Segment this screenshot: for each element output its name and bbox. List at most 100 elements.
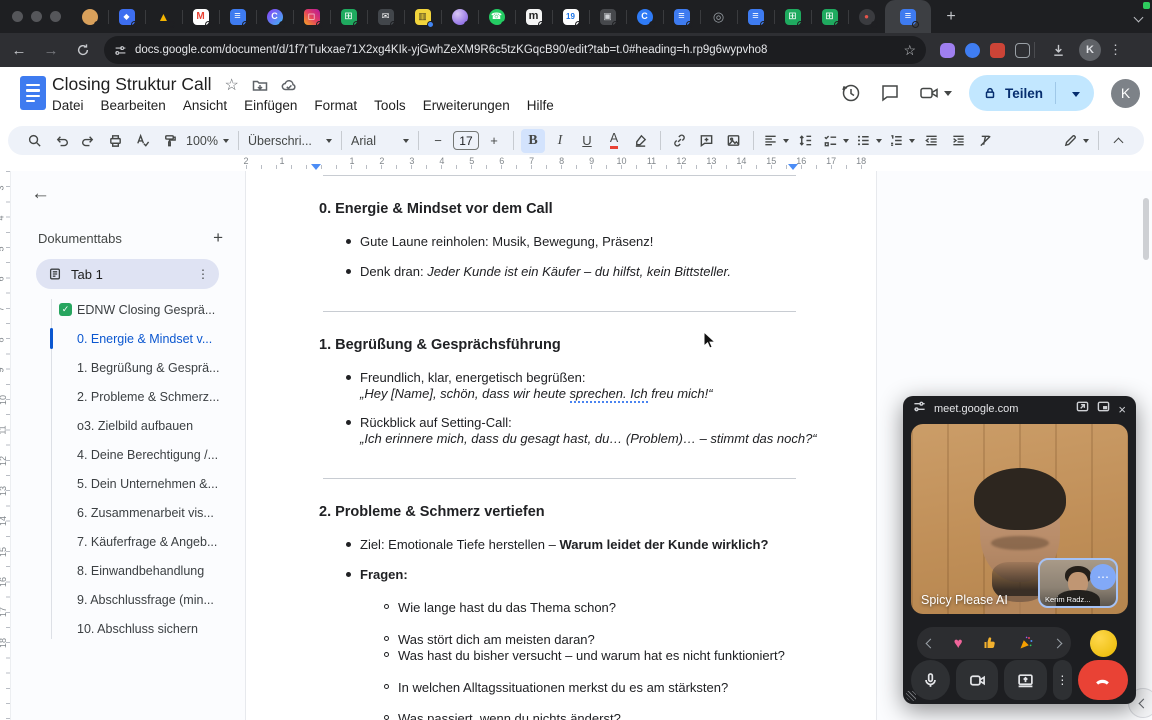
outline-item[interactable]: ✓ o3. Zielbild aufbauen (11, 411, 235, 440)
browser-tab[interactable] (71, 0, 108, 33)
numbered-list-select[interactable] (887, 129, 917, 153)
present-screen-button[interactable] (1004, 660, 1048, 700)
bulleted-list-select[interactable] (854, 129, 884, 153)
spellcheck-icon[interactable] (130, 129, 154, 153)
clear-formatting-icon[interactable] (974, 129, 998, 153)
search-menus-icon[interactable] (22, 129, 46, 153)
browser-tab[interactable]: ◻ (293, 0, 330, 33)
menu-item[interactable]: Erweiterungen (423, 98, 510, 113)
browser-avatar[interactable]: K (1079, 39, 1101, 61)
add-tab-button[interactable]: + (213, 228, 223, 248)
menu-item[interactable]: Format (314, 98, 357, 113)
menu-item[interactable]: Hilfe (527, 98, 554, 113)
decrease-indent-icon[interactable] (920, 129, 944, 153)
docs-logo-icon[interactable] (20, 76, 46, 110)
redo-icon[interactable] (76, 129, 100, 153)
font-select[interactable]: Arial (349, 129, 411, 153)
horizontal-ruler[interactable]: 2 1 1 2 3 4 5 6 7 8 9 10 11 12 13 14 15 16 17 18 (0, 156, 1152, 171)
decrease-font-size-button[interactable]: − (426, 129, 450, 153)
outline-item[interactable]: ✓ 4. Deine Berechtigung /... (11, 440, 235, 469)
move-folder-icon[interactable] (252, 77, 268, 93)
heart-reaction-icon[interactable]: ♥ (954, 635, 963, 652)
extension-icon[interactable] (990, 42, 1005, 58)
insert-link-icon[interactable] (668, 129, 692, 153)
print-icon[interactable] (103, 129, 127, 153)
tab-1-pill[interactable]: Tab 1 ⋮ (36, 259, 219, 289)
checklist-select[interactable] (821, 129, 851, 153)
site-info-icon[interactable] (913, 400, 926, 418)
account-avatar[interactable]: K (1111, 78, 1140, 108)
browser-tab[interactable]: ⊞ (330, 0, 367, 33)
url-bar[interactable]: docs.google.com/document/d/1f7rTukxae71X… (104, 36, 926, 64)
outline-item[interactable]: ✓ 0. Energie & Mindset v... (11, 324, 235, 353)
outline-item[interactable]: ✓ 10. Abschluss sichern (11, 614, 235, 643)
browser-tab[interactable]: m (515, 0, 552, 33)
thumbs-up-reaction-icon[interactable] (982, 635, 998, 651)
increase-font-size-button[interactable]: + (482, 129, 506, 153)
tab-options-icon[interactable]: ⋮ (197, 267, 209, 281)
share-caret-icon[interactable] (1064, 84, 1088, 102)
more-options-button[interactable]: ⋮ (1053, 660, 1072, 700)
browser-tab[interactable]: ✉ (367, 0, 404, 33)
zoom-select[interactable]: 100% (184, 129, 231, 153)
close-outline-icon[interactable]: ← (31, 183, 50, 205)
underline-button[interactable]: U (575, 129, 599, 153)
menu-item[interactable]: Ansicht (183, 98, 227, 113)
end-call-button[interactable] (1077, 660, 1128, 700)
camera-button[interactable] (955, 660, 999, 700)
outline-item[interactable]: ✓ 8. Einwandbehandlung (11, 556, 235, 585)
browser-tab[interactable]: C (626, 0, 663, 33)
browser-tab[interactable]: ☎ (478, 0, 515, 33)
pip-toggle-icon[interactable] (1097, 400, 1110, 418)
pip-close-icon[interactable]: × (1118, 402, 1126, 417)
browser-tab[interactable]: 19 (552, 0, 589, 33)
microphone-button[interactable] (911, 660, 950, 700)
minimize-window-button[interactable] (31, 11, 42, 22)
party-reaction-icon[interactable] (1018, 635, 1034, 651)
meet-caret-icon[interactable] (943, 90, 952, 96)
tab-search-chevron-icon[interactable] (1133, 12, 1144, 23)
indent-marker-right[interactable] (788, 164, 798, 170)
outline-item[interactable]: ✓ EDNW Closing Gesprä... (11, 295, 235, 324)
scrollbar-thumb[interactable] (1143, 198, 1149, 260)
menu-item[interactable]: Einfügen (244, 98, 297, 113)
outline-item[interactable]: ✓ 7. Käuferfrage & Angeb... (11, 527, 235, 556)
menu-item[interactable]: Bearbeiten (101, 98, 166, 113)
editing-mode-select[interactable] (1061, 129, 1091, 153)
align-select[interactable] (761, 129, 791, 153)
highlight-color-icon[interactable] (629, 129, 653, 153)
insert-image-icon[interactable] (722, 129, 746, 153)
thumbnail-more-button[interactable]: ⋯ (1090, 564, 1116, 590)
vertical-ruler[interactable]: 3 4 5 6 7 8 9 10 11 12 13 14 15 16 17 18 (0, 171, 11, 720)
undo-icon[interactable] (49, 129, 73, 153)
maximize-window-button[interactable] (50, 11, 61, 22)
hide-menus-icon[interactable] (1106, 129, 1130, 153)
share-button[interactable]: Teilen (968, 75, 1094, 111)
extension-icon[interactable] (965, 42, 980, 58)
browser-tab[interactable]: ⊞ (774, 0, 811, 33)
forward-icon[interactable]: → (38, 37, 64, 63)
browser-tab[interactable]: C (256, 0, 293, 33)
browser-tab[interactable]: ▣ (589, 0, 626, 33)
comments-icon[interactable] (879, 82, 901, 104)
pip-resize-handle[interactable] (906, 691, 916, 701)
bold-button[interactable]: B (520, 128, 545, 153)
browser-tab[interactable] (441, 0, 478, 33)
menu-item[interactable]: Tools (374, 98, 406, 113)
browser-tab[interactable]: ◎ (700, 0, 737, 33)
increase-indent-icon[interactable] (947, 129, 971, 153)
outline-item[interactable]: ✓ 9. Abschlussfrage (min... (11, 585, 235, 614)
paint-format-icon[interactable] (157, 129, 181, 153)
outline-item[interactable]: ✓ 6. Zusammenarbeit vis... (11, 498, 235, 527)
browser-tab[interactable]: M (182, 0, 219, 33)
meet-camera-icon[interactable] (918, 82, 952, 104)
bookmark-star-icon[interactable]: ☆ (895, 42, 916, 59)
document-page[interactable]: 0. Energie & Mindset vor dem Call Gute La… (245, 171, 877, 720)
indent-marker-left[interactable] (311, 164, 321, 170)
outline-item[interactable]: ✓ 1. Begrüßung & Gesprä... (11, 353, 235, 382)
styles-select[interactable]: Überschri... (246, 129, 334, 153)
browser-tab[interactable]: ▥ (404, 0, 441, 33)
star-document-icon[interactable]: ☆ (225, 75, 239, 95)
browser-tab[interactable]: ▲ (145, 0, 182, 33)
line-spacing-icon[interactable] (794, 129, 818, 153)
